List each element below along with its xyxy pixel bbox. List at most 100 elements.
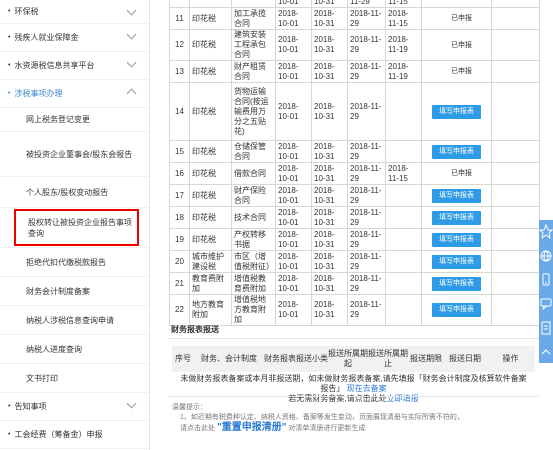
sidebar-item-shareholder-change[interactable]: 个人股东/股权变动报告 xyxy=(0,177,149,208)
document-icon[interactable] xyxy=(539,318,553,338)
empty-cell xyxy=(491,60,540,83)
sidebar-item-registration-change[interactable]: 网上税务登记变更 xyxy=(0,108,149,132)
deadline: 2018-11-29 xyxy=(347,184,386,207)
period-end: 2018-10-31 xyxy=(311,82,348,141)
bullet-icon: • xyxy=(8,34,11,41)
sidebar-item-progress-query[interactable]: 纳税人进度查询 xyxy=(0,335,149,364)
menu-gaozhi[interactable]: • 告知事项 xyxy=(0,393,149,421)
period-end: 2018-10-31 xyxy=(311,162,348,185)
row-number: 20 xyxy=(169,250,190,273)
chat-icon[interactable] xyxy=(539,294,553,314)
chevron-down-icon xyxy=(126,398,137,409)
deadline: 2018-11-29 xyxy=(347,206,386,229)
sidebar-item-board-report[interactable]: 被投资企业董事会/股东会报告 xyxy=(0,132,149,177)
period-end: 2018-10-31 xyxy=(311,250,348,273)
menu-label: 工会经费（筹备金）申报 xyxy=(14,430,103,439)
tax-type: 印花税 xyxy=(189,162,232,185)
reset-declaration-link[interactable]: "重置申报清册" xyxy=(217,422,286,433)
empty-cell xyxy=(491,184,540,207)
date-cell: 11-29 xyxy=(347,0,386,8)
sidebar: • 环保税 • 残疾人就业保障金 • 水资源税信息共享平台 • 涉税事项办理 网… xyxy=(0,0,150,450)
sidebar-item-accounting-filing[interactable]: 财务会计制度备案 xyxy=(0,277,149,306)
sidebar-item-tax-info-query[interactable]: 纳税人涉税信息查询申请 xyxy=(0,306,149,335)
chevron-down-icon xyxy=(126,5,137,16)
row-number: 16 xyxy=(169,162,190,185)
empty-cell xyxy=(491,228,540,251)
sidebar-item-label: 网上税务登记变更 xyxy=(26,115,90,124)
table-row: 18 印花税 技术合同 2018-10-01 2018-10-31 2018-11-29 填… xyxy=(169,206,540,229)
chevron-down-icon xyxy=(126,29,137,40)
tax-type: 印花税 xyxy=(189,29,232,61)
tax-type: 印花税 xyxy=(189,206,232,229)
sidebar-item-label: 个人股东/股权变动报告 xyxy=(26,187,109,197)
row-number: 11 xyxy=(169,7,190,30)
sidebar-item-equity-transfer-query[interactable]: 股权转让被投资企业报告事项查询 xyxy=(0,208,149,248)
deadline: 2018-11-29 xyxy=(347,272,386,295)
tax-item: 市区（增值税附征） xyxy=(231,250,276,273)
period-start: 2018-10-01 xyxy=(275,250,312,273)
star-icon[interactable] xyxy=(539,222,553,242)
fill-declaration-button[interactable]: 填写申报表 xyxy=(432,104,481,119)
declared-date: 2018-11-15 xyxy=(385,7,422,30)
fill-declaration-button[interactable]: 填写申报表 xyxy=(432,188,481,203)
sidebar-item-label: 股权转让被投资企业报告事项查询 xyxy=(28,217,132,238)
empty-cell xyxy=(491,250,540,273)
sidebar-item-label: 被投资企业董事会/股东会报告 xyxy=(26,149,133,159)
action-cell: 已申报 xyxy=(421,29,492,61)
menu-huanbaoshui[interactable]: • 环保税 xyxy=(0,0,149,24)
deadline: 2018-11-29 xyxy=(347,294,386,326)
tax-item: 技术合同 xyxy=(231,206,276,229)
declared-date xyxy=(385,140,422,163)
action-cell: 填写申报表 xyxy=(421,228,492,251)
bullet-icon: • xyxy=(8,403,11,410)
empty-cell xyxy=(491,29,540,61)
fill-declaration-button[interactable]: 填写申报表 xyxy=(432,303,481,317)
tax-type: 城市维护建设税 xyxy=(189,250,232,273)
chevron-up-icon xyxy=(126,88,137,99)
menu-shuiziyuan[interactable]: • 水资源税信息共享平台 xyxy=(0,52,149,80)
declared-date xyxy=(385,184,422,207)
column-header: 序号 xyxy=(172,346,194,372)
tax-item: 增值税地方教育附加 xyxy=(231,294,276,326)
globe-icon[interactable] xyxy=(539,246,553,266)
menu-shesui[interactable]: • 涉税事项办理 xyxy=(0,80,149,108)
bullet-icon: • xyxy=(8,90,11,97)
column-header: 财务、会计制度 xyxy=(194,346,264,372)
empty-cell xyxy=(491,162,540,185)
declared-date: 2018-11-15 xyxy=(385,162,422,185)
fill-declaration-button[interactable]: 填写申报表 xyxy=(432,144,481,159)
menu-canjiren[interactable]: • 残疾人就业保障金 xyxy=(0,24,149,52)
period-end: 2018-10-31 xyxy=(311,29,348,61)
sidebar-item-document-print[interactable]: 文书打印 xyxy=(0,364,149,393)
table-row: 11 印花税 加工承揽合同 2018-10-01 2018-10-31 2018-11-2… xyxy=(169,7,540,30)
table-row: 10-01 10-31 11-29 11-15 xyxy=(169,0,540,8)
row-number: 18 xyxy=(169,206,190,229)
table-row: 20 城市维护建设税 市区（增值税附征） 2018-10-01 2018-10-31 20… xyxy=(169,250,540,273)
column-header: 财务报表报送小类 xyxy=(264,346,328,372)
sidebar-item-refuse-withholding[interactable]: 拒绝代扣代缴税款报告 xyxy=(0,248,149,277)
chevron-down-icon xyxy=(126,57,137,68)
declared-date xyxy=(385,206,422,229)
fill-declaration-button[interactable]: 填写申报表 xyxy=(432,254,481,269)
fill-declaration-button[interactable]: 填写申报表 xyxy=(432,276,481,291)
fill-declaration-button[interactable]: 填写申报表 xyxy=(432,210,481,225)
table-row: 19 印花税 产权转移书据 2018-10-01 2018-10-31 2018-11-2… xyxy=(169,228,540,251)
sidebar-item-label: 文书打印 xyxy=(26,373,58,383)
deadline: 2018-11-29 xyxy=(347,7,386,30)
tax-item: 财产保险合同 xyxy=(231,184,276,207)
bullet-icon: • xyxy=(8,8,11,15)
chevron-up-icon[interactable] xyxy=(539,342,553,362)
table-row: 21 教育费附加 增值税教育费附加 2018-10-01 2018-10-31 2018-… xyxy=(169,272,540,295)
phone-icon[interactable] xyxy=(539,270,553,290)
main-content: 10-01 10-31 11-29 11-15 11 印花税 加工承揽合同 2018-… xyxy=(150,0,553,450)
period-end: 2018-10-31 xyxy=(311,272,348,295)
go-filing-link[interactable]: 现在去备案 xyxy=(347,384,387,393)
tax-type: 印花税 xyxy=(189,60,232,83)
fill-declaration-button[interactable]: 填写申报表 xyxy=(432,232,481,247)
row-number: 12 xyxy=(169,29,190,61)
date-cell: 11-15 xyxy=(385,0,422,8)
tax-type: 印花税 xyxy=(189,82,232,141)
declared-date xyxy=(385,228,422,251)
menu-gonghui[interactable]: • 工会经费（筹备金）申报 xyxy=(0,421,149,449)
row-number: 17 xyxy=(169,184,190,207)
